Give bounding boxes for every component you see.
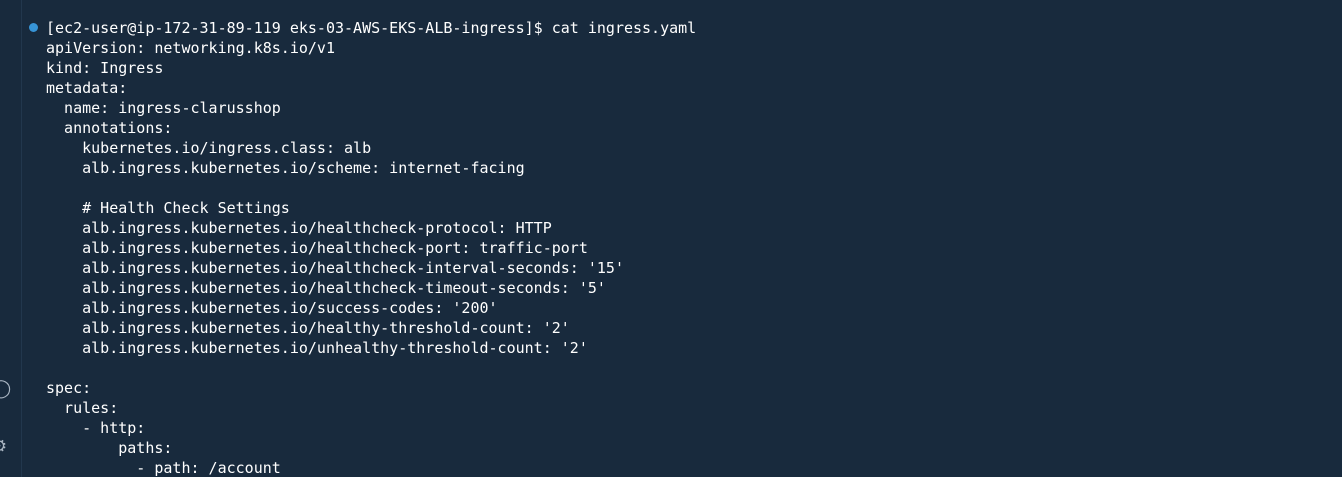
terminal-output-line: metadata: (46, 79, 128, 97)
terminal-output-line: spec: (46, 379, 92, 397)
terminal-output-line: alb.ingress.kubernetes.io/scheme: intern… (46, 159, 525, 177)
activity-bar-divider (21, 0, 22, 477)
terminal-panel[interactable]: ◯ ⚙ [ec2-user@ip-172-31-89-119 eks-03-AW… (0, 0, 1342, 477)
terminal-output-line: alb.ingress.kubernetes.io/unhealthy-thre… (46, 339, 588, 357)
account-icon[interactable]: ◯ (0, 379, 11, 399)
terminal-output-line: paths: (46, 439, 173, 457)
command-status-dot-icon[interactable] (29, 23, 38, 32)
terminal-output-line: - http: (46, 419, 146, 437)
terminal-output-line: annotations: (46, 119, 173, 137)
terminal-output: [ec2-user@ip-172-31-89-119 eks-03-AWS-EK… (46, 18, 696, 477)
terminal-output-line: alb.ingress.kubernetes.io/healthcheck-in… (46, 259, 624, 277)
terminal-output-line: rules: (46, 399, 119, 417)
terminal-output-line: alb.ingress.kubernetes.io/healthcheck-po… (46, 239, 588, 257)
terminal-output-line: apiVersion: networking.k8s.io/v1 (46, 39, 335, 57)
terminal-output-line: name: ingress-clarusshop (46, 99, 281, 117)
terminal-output-line: alb.ingress.kubernetes.io/healthcheck-pr… (46, 219, 552, 237)
terminal-output-line: # Health Check Settings (46, 199, 290, 217)
settings-gear-icon[interactable]: ⚙ (0, 437, 7, 457)
terminal-output-line: alb.ingress.kubernetes.io/healthy-thresh… (46, 319, 570, 337)
terminal-output-line: alb.ingress.kubernetes.io/healthcheck-ti… (46, 279, 606, 297)
terminal-output-line: alb.ingress.kubernetes.io/success-codes:… (46, 299, 498, 317)
terminal-output-line: kind: Ingress (46, 59, 164, 77)
command-prompt-line: [ec2-user@ip-172-31-89-119 eks-03-AWS-EK… (46, 19, 697, 37)
activity-bar: ◯ ⚙ (0, 0, 22, 477)
terminal-output-line: kubernetes.io/ingress.class: alb (46, 139, 372, 157)
terminal-output-line: - path: /account (46, 459, 281, 477)
